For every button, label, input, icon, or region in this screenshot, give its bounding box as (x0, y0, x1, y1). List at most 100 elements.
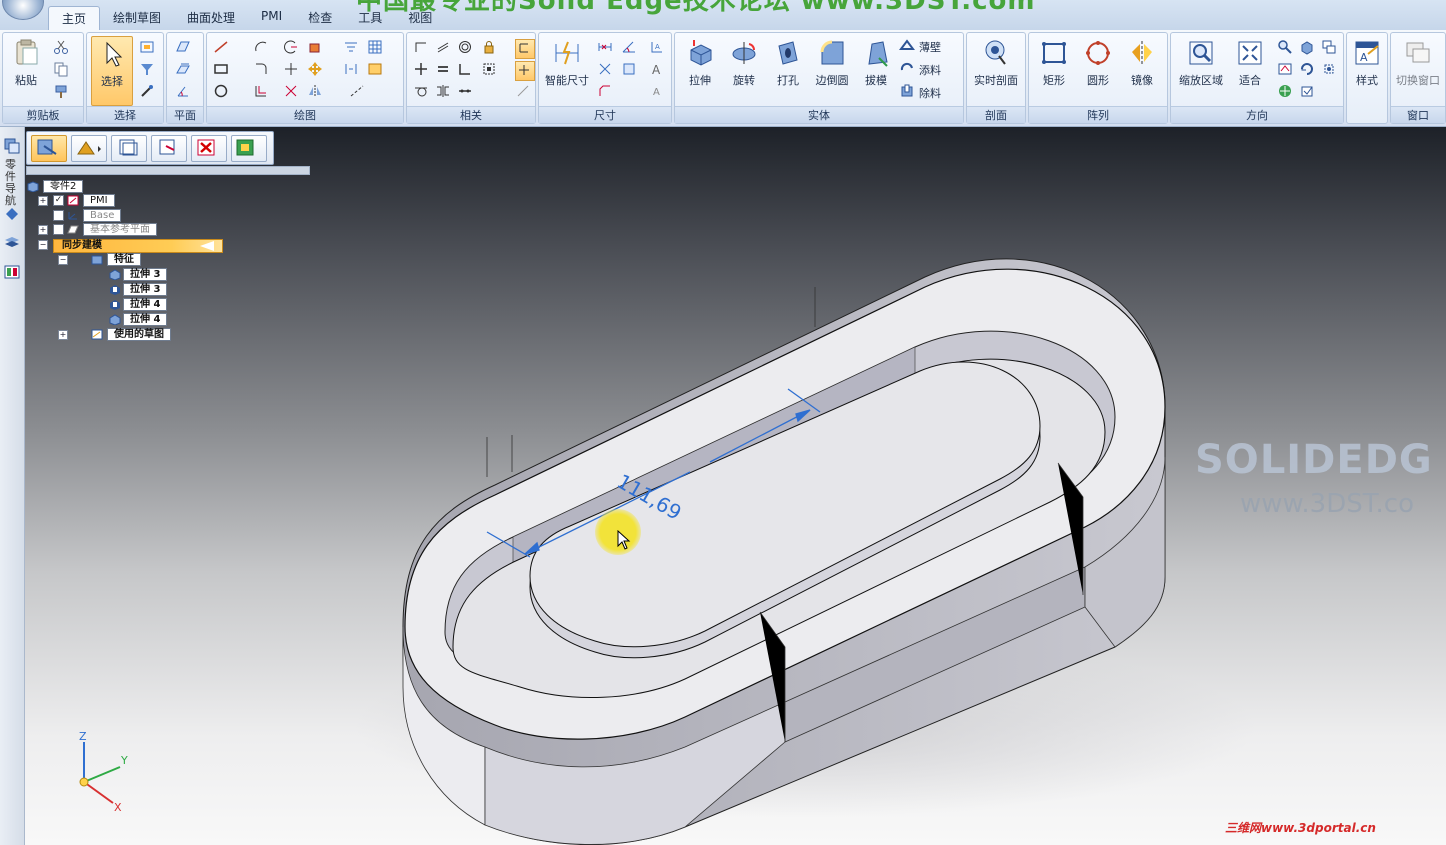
mirror-button[interactable]: 镜像 (1121, 36, 1163, 104)
hole-button[interactable]: 打孔 (767, 36, 809, 104)
tab-sketch[interactable]: 绘制草图 (100, 6, 174, 30)
arc-button[interactable] (253, 39, 271, 57)
symmetric-button[interactable] (435, 83, 453, 101)
tree-node-ref-planes[interactable]: 基本参考平面 (67, 223, 157, 236)
round-button[interactable]: 边倒圆 (811, 36, 853, 104)
tree-node-base[interactable]: Base (67, 209, 122, 222)
tree-node-synchronous[interactable]: 同步建模 (53, 239, 223, 253)
pathfinder-tab[interactable] (3, 137, 21, 155)
perpendicular-button[interactable] (413, 61, 431, 79)
graphics-viewport[interactable]: Z Y X 111,69 SOLIDEDG www.3DST.co 三维网www… (25, 127, 1446, 845)
collinear-button[interactable] (457, 83, 475, 101)
switch-window-button[interactable]: 切换窗口 (1393, 36, 1443, 104)
smart-dimension-button[interactable]: 智能尺寸 (541, 36, 593, 104)
select-mode-button[interactable] (139, 39, 157, 57)
collapse-features-toggle[interactable]: − (58, 255, 68, 265)
plane-coincident-button[interactable] (175, 39, 193, 57)
spin-about-button[interactable] (1321, 61, 1339, 79)
tab-surfacing[interactable]: 曲面处理 (174, 6, 248, 30)
rigid-set-button[interactable] (481, 61, 499, 79)
project-button[interactable] (343, 39, 361, 57)
pan-button[interactable] (1277, 83, 1295, 101)
coordinate-dimension-button[interactable]: A (649, 39, 667, 57)
lock-button[interactable] (481, 39, 499, 57)
tree-node-extrude-1[interactable]: 拉伸 3 (109, 268, 168, 281)
layers-tab[interactable] (3, 233, 21, 251)
tab-tools[interactable]: 工具 (345, 6, 395, 30)
parallel-button[interactable] (435, 39, 453, 57)
equal-button[interactable] (435, 61, 453, 79)
rotate-button[interactable] (1299, 61, 1317, 79)
paste-special-button[interactable] (53, 83, 71, 101)
plane-offset-button[interactable] (175, 61, 193, 79)
pathfinder-paste-button[interactable] (151, 135, 187, 162)
pmi-visibility-checkbox[interactable]: ✓ (53, 195, 64, 206)
select-button[interactable]: 选择 (91, 36, 133, 106)
split-button[interactable] (283, 83, 301, 101)
revolve-button[interactable]: 旋转 (723, 36, 765, 104)
select-tools-button[interactable] (139, 83, 157, 101)
previous-view-button[interactable] (1321, 39, 1339, 57)
sketch-region-button[interactable] (367, 61, 385, 79)
text-button[interactable]: A (649, 61, 667, 79)
tree-node-extrude-3[interactable]: 拉伸 4 (109, 298, 168, 311)
text-size-button[interactable]: A (649, 83, 667, 101)
tree-node-used-sketches[interactable]: 使用的草图 (91, 328, 171, 341)
paste-button[interactable]: 粘贴 (5, 36, 47, 104)
tab-pmi[interactable]: PMI (248, 6, 295, 30)
base-visibility-checkbox[interactable] (53, 210, 64, 221)
construction-button[interactable] (349, 83, 367, 101)
connect-button[interactable] (413, 39, 431, 57)
ref-planes-visibility-checkbox[interactable] (53, 224, 64, 235)
named-views-button[interactable] (1299, 83, 1317, 101)
tree-node-extrude-2[interactable]: 拉伸 3 (109, 283, 168, 296)
pathfinder-filter-button[interactable] (231, 135, 267, 162)
zoom-area-button[interactable]: 缩放区域 (1175, 36, 1227, 104)
pathfinder-delete-button[interactable] (191, 135, 227, 162)
maintain-relationships-button[interactable] (515, 61, 535, 81)
rectangle-button[interactable] (213, 61, 231, 79)
angle-between-button[interactable] (621, 39, 639, 57)
pathfinder-feature-button[interactable] (111, 135, 147, 162)
family-tab[interactable] (3, 263, 21, 281)
remove-button[interactable] (899, 83, 917, 101)
part-model[interactable] (25, 127, 1446, 845)
relationship-handles-button[interactable] (515, 39, 535, 59)
tree-node-features[interactable]: 特征 (91, 253, 141, 266)
pathfinder-display-button[interactable] (71, 135, 107, 162)
select-filter-button[interactable] (139, 61, 157, 79)
circular-pattern-button[interactable]: 圆形 (1077, 36, 1119, 104)
tree-node-root[interactable]: 零件2 (27, 180, 84, 193)
style-button[interactable]: A 样式 (1347, 36, 1387, 104)
angular-coordinate-button[interactable] (621, 61, 639, 79)
tree-node-pmi[interactable]: PMI (67, 194, 115, 207)
move-button[interactable] (307, 61, 325, 79)
line-button[interactable] (213, 39, 231, 57)
thin-wall-button[interactable] (899, 37, 917, 55)
cut-button[interactable] (53, 39, 71, 57)
rectangular-pattern-button[interactable]: 矩形 (1033, 36, 1075, 104)
plane-angle-button[interactable] (175, 83, 193, 101)
include-button[interactable] (343, 61, 361, 79)
expand-ref-planes-toggle[interactable]: + (38, 225, 48, 235)
concentric-button[interactable] (457, 39, 475, 57)
offset-button[interactable] (253, 83, 271, 101)
fit-button[interactable]: 适合 (1229, 36, 1271, 104)
chamfer-dimension-button[interactable] (597, 83, 615, 101)
view-orient-button[interactable] (1299, 39, 1317, 57)
symmetric-diameter-button[interactable] (597, 61, 615, 79)
zoom-button[interactable] (1277, 39, 1295, 57)
copy-button[interactable] (53, 61, 71, 79)
add-button[interactable] (899, 60, 917, 78)
sketch-view-button[interactable] (1277, 61, 1295, 79)
pathfinder-resize-handle[interactable] (26, 166, 310, 175)
tree-node-extrude-4[interactable]: 拉伸 4 (109, 313, 168, 326)
expand-pmi-toggle[interactable]: + (38, 196, 48, 206)
tab-inspect[interactable]: 检查 (295, 6, 345, 30)
mirror-sketch-button[interactable] (307, 83, 325, 101)
trim-button[interactable] (283, 39, 301, 57)
extend-button[interactable] (283, 61, 301, 79)
grid-button[interactable] (367, 39, 385, 57)
expand-sketches-toggle[interactable]: + (58, 330, 68, 340)
collapse-sync-toggle[interactable]: − (38, 240, 48, 250)
